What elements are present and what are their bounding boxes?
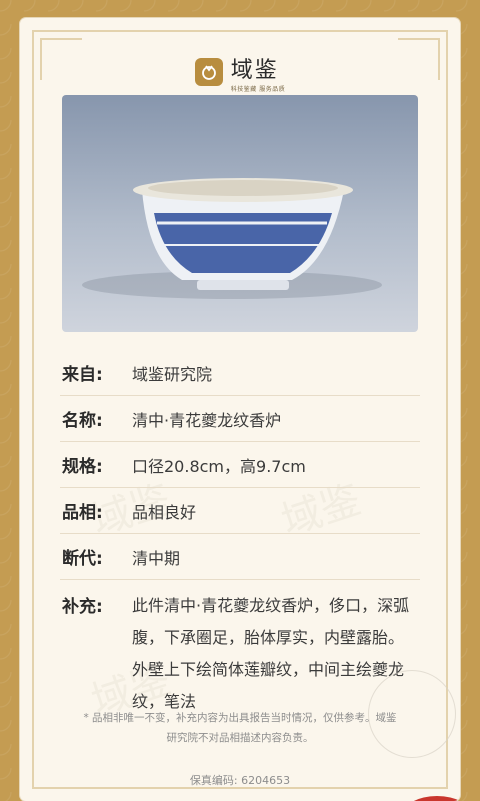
row-value: 清中期 — [132, 548, 181, 568]
row-label: 品相: — [62, 503, 103, 523]
item-details: 来自: 域鉴研究院 名称: 清中·青花夔龙纹香炉 规格: 口径20.8cm，高9… — [60, 350, 420, 718]
row-value: 品相良好 — [132, 502, 197, 522]
row-label: 规格: — [62, 457, 103, 477]
detail-row-name: 名称: 清中·青花夔龙纹香炉 — [60, 396, 420, 442]
row-label: 断代: — [62, 549, 103, 569]
detail-row-condition: 品相: 品相良好 — [60, 488, 420, 534]
artifact-photo[interactable] — [62, 95, 418, 332]
detail-row-source: 来自: 域鉴研究院 — [60, 350, 420, 396]
detail-row-spec: 规格: 口径20.8cm，高9.7cm — [60, 442, 420, 488]
row-value: 口径20.8cm，高9.7cm — [132, 456, 306, 476]
detail-row-description: 补充: 此件清中·青花夔龙纹香炉，侈口，深弧腹，下承圈足，胎体厚实，内壁露胎。外… — [60, 580, 420, 718]
red-seal-stamp — [402, 796, 460, 801]
brand-name: 域鉴 — [230, 57, 279, 83]
authenticity-code: 保真编码: 6204653 — [189, 774, 291, 787]
certificate-card: 域鉴 域鉴 域鉴 域鉴 域鉴 域鉴 科技鉴藏 服务品质 来自: — [20, 18, 460, 801]
row-label: 来自: — [62, 365, 103, 385]
row-value: 域鉴研究院 — [132, 364, 213, 384]
row-label: 补充: — [62, 597, 103, 617]
disclaimer-note: * 品相非唯一不变，补充内容为出具报告当时情况，仅供参考。域鉴研究院不对品相描述… — [83, 712, 397, 744]
detail-row-period: 断代: 清中期 — [60, 534, 420, 580]
brand-subtitle: 科技鉴藏 服务品质 — [230, 85, 286, 93]
brand-header: 域鉴 科技鉴藏 服务品质 — [20, 52, 460, 93]
row-label: 名称: — [62, 411, 103, 431]
row-value: 清中·青花夔龙纹香炉 — [132, 410, 282, 430]
seal-logo-icon — [194, 58, 223, 86]
